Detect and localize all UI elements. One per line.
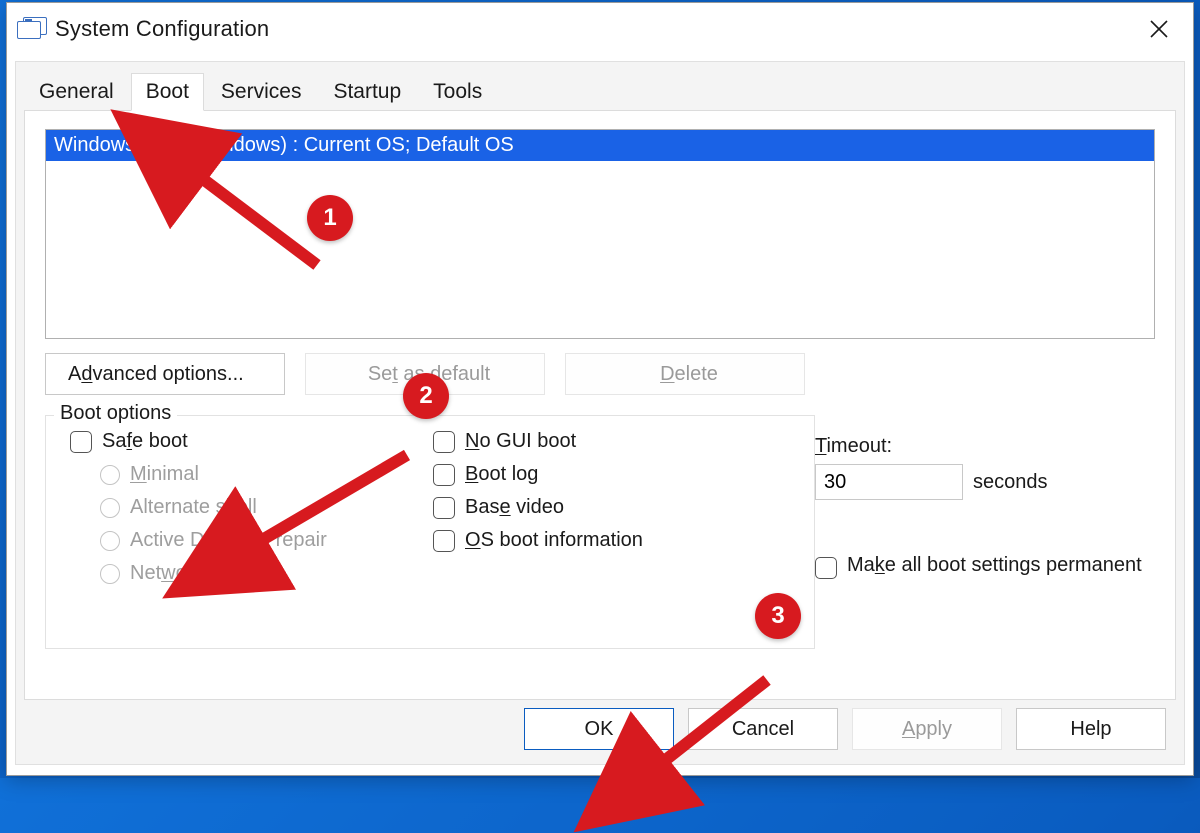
tab-services[interactable]: Services bbox=[206, 73, 317, 110]
timeout-label: Timeout: bbox=[815, 435, 1155, 458]
safe-boot-checkbox[interactable]: Safe boot bbox=[70, 430, 433, 453]
safe-boot-network-radio: Network bbox=[100, 562, 433, 585]
titlebar: System Configuration bbox=[7, 3, 1193, 55]
safe-boot-minimal-radio: Minimal bbox=[100, 463, 433, 486]
dialog-body: General Boot Services Startup Tools Wind… bbox=[15, 61, 1185, 765]
system-configuration-window: System Configuration General Boot Servic… bbox=[6, 2, 1194, 776]
os-boot-info-checkbox[interactable]: OS boot information bbox=[433, 529, 796, 552]
cancel-button[interactable]: Cancel bbox=[688, 708, 838, 750]
safe-boot-alternate-shell-radio: Alternate shell bbox=[100, 496, 433, 519]
no-gui-boot-checkbox[interactable]: No GUI boot bbox=[433, 430, 796, 453]
make-permanent-checkbox[interactable]: Make all boot settings permanent bbox=[815, 554, 1155, 579]
boot-log-checkbox[interactable]: Boot log bbox=[433, 463, 796, 486]
tab-startup[interactable]: Startup bbox=[318, 73, 416, 110]
delete-button: Delete bbox=[565, 353, 805, 395]
timeout-input[interactable] bbox=[815, 464, 963, 500]
close-button[interactable] bbox=[1137, 12, 1181, 46]
boot-options-legend: Boot options bbox=[54, 402, 177, 425]
ok-button[interactable]: OK bbox=[524, 708, 674, 750]
apply-button: Apply bbox=[852, 708, 1002, 750]
timeout-seconds-label: seconds bbox=[973, 471, 1048, 494]
boot-options-group: Boot options Safe boot Minimal Alternate… bbox=[45, 415, 815, 649]
advanced-options-button[interactable]: Advanced options... bbox=[45, 353, 285, 395]
boot-tab-page: Windows 11 (C:\Windows) : Current OS; De… bbox=[24, 110, 1176, 700]
tab-boot[interactable]: Boot bbox=[131, 73, 204, 111]
tab-tools[interactable]: Tools bbox=[418, 73, 497, 110]
tab-general[interactable]: General bbox=[24, 73, 129, 110]
msconfig-icon bbox=[17, 17, 45, 41]
base-video-checkbox[interactable]: Base video bbox=[433, 496, 796, 519]
set-as-default-button: Set as default bbox=[305, 353, 545, 395]
close-icon bbox=[1149, 19, 1169, 39]
window-title: System Configuration bbox=[55, 16, 269, 42]
help-button[interactable]: Help bbox=[1016, 708, 1166, 750]
os-list[interactable]: Windows 11 (C:\Windows) : Current OS; De… bbox=[45, 129, 1155, 339]
safe-boot-ad-repair-radio: Active Directory repair bbox=[100, 529, 433, 552]
tab-strip: General Boot Services Startup Tools bbox=[16, 62, 1184, 110]
os-list-item[interactable]: Windows 11 (C:\Windows) : Current OS; De… bbox=[46, 130, 1154, 161]
timeout-section: Timeout: seconds Make all boot settings … bbox=[815, 435, 1155, 579]
